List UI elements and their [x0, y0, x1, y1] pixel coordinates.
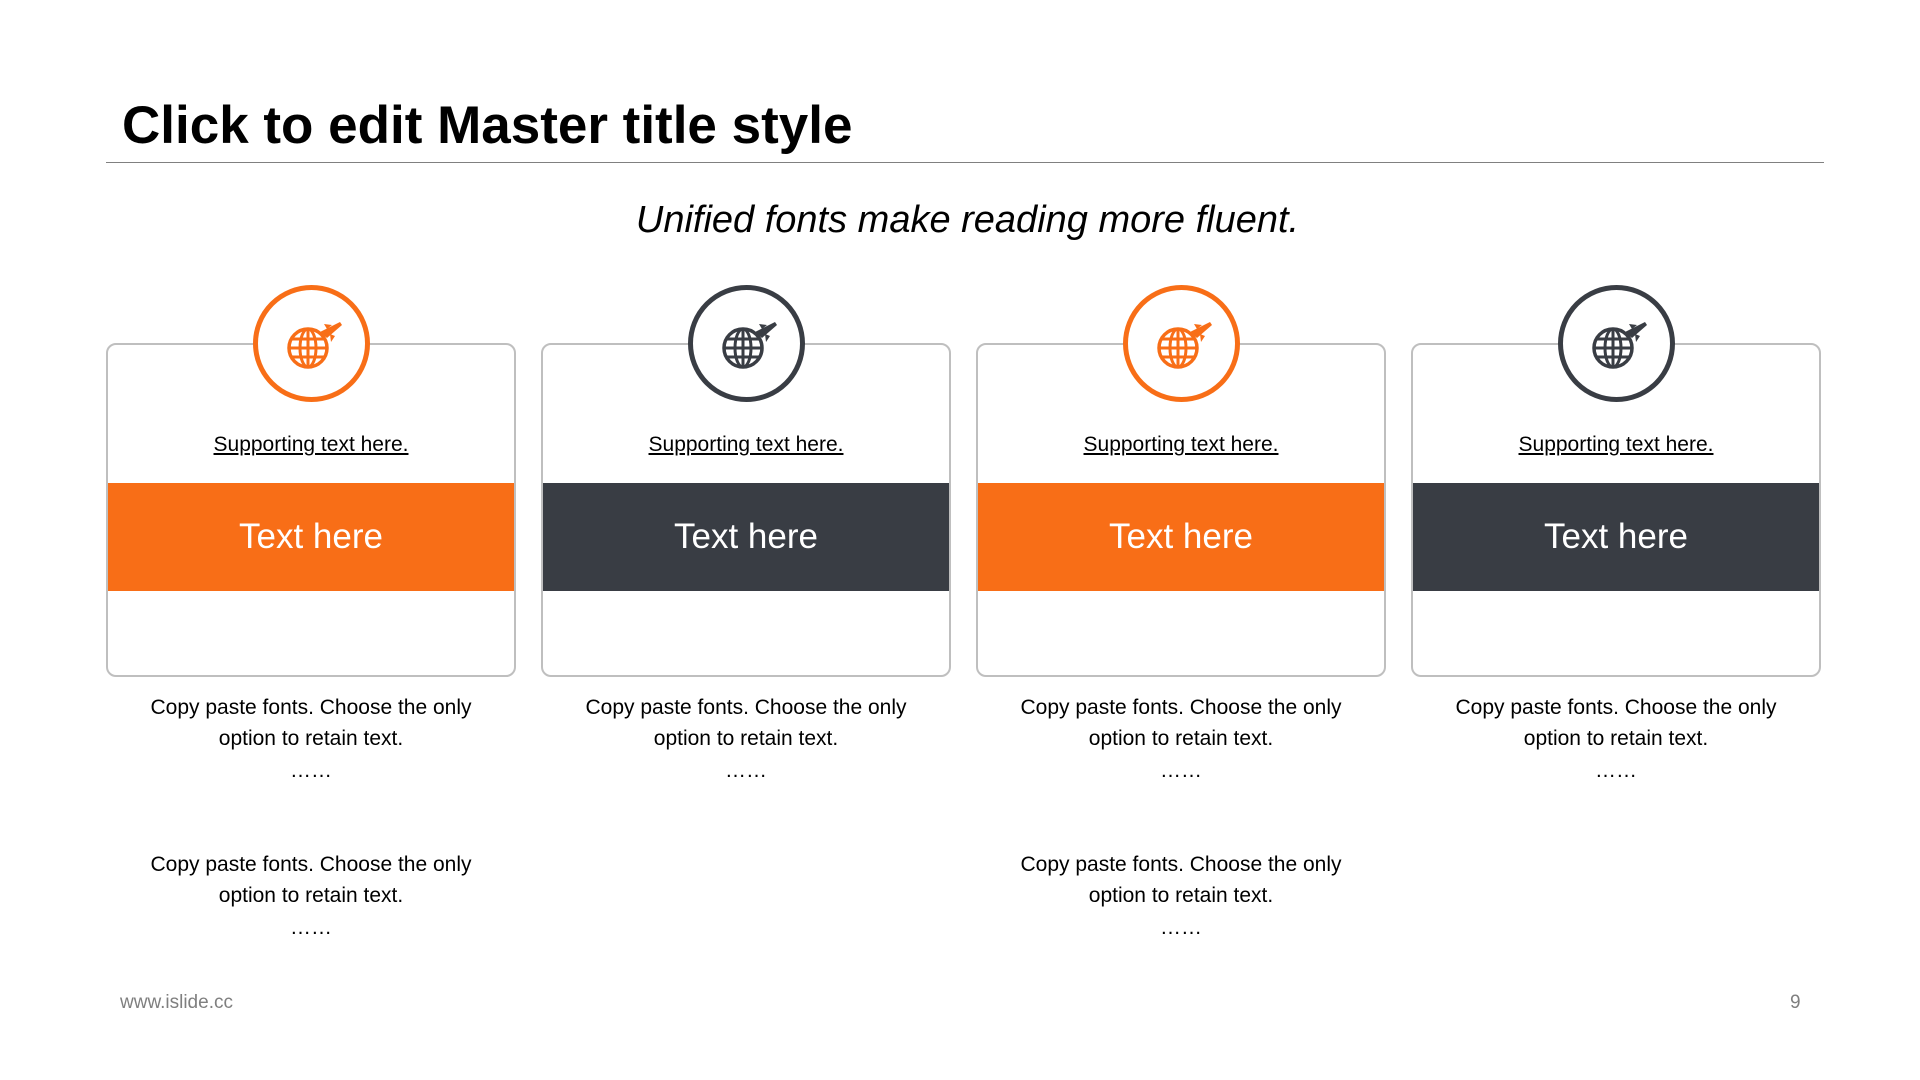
footer-website: www.islide.cc — [120, 992, 233, 1013]
body-text-col1-top[interactable]: Copy paste fonts. Choose the only option… — [106, 692, 516, 788]
body-text-col1-bottom[interactable]: Copy paste fonts. Choose the only option… — [106, 849, 516, 945]
globe-plane-icon — [721, 321, 777, 369]
body-line: option to retain text. — [653, 727, 839, 750]
body-text-col2-top[interactable]: Copy paste fonts. Choose the only option… — [541, 692, 951, 788]
page-number: 9 — [1790, 992, 1801, 1013]
ellipsis: …… — [725, 759, 767, 782]
card-band: Text here — [108, 483, 514, 591]
card-supporting-text[interactable]: Supporting text here. — [108, 431, 514, 459]
body-line: option to retain text. — [1523, 727, 1709, 750]
card-label[interactable]: Text here — [674, 517, 818, 557]
body-text-col3-top[interactable]: Copy paste fonts. Choose the only option… — [976, 692, 1386, 788]
card-band: Text here — [543, 483, 949, 591]
body-text-col4-top[interactable]: Copy paste fonts. Choose the only option… — [1411, 692, 1821, 788]
card-supporting-text[interactable]: Supporting text here. — [978, 431, 1384, 459]
ellipsis: …… — [290, 916, 332, 939]
body-line: option to retain text. — [1088, 884, 1274, 907]
subtitle[interactable]: Unified fonts make reading more fluent. — [0, 195, 1920, 245]
ellipsis: …… — [1160, 759, 1202, 782]
body-line: option to retain text. — [1088, 727, 1274, 750]
icon-circle-1 — [253, 285, 370, 402]
card-supporting-text[interactable]: Supporting text here. — [1413, 431, 1819, 459]
body-line: Copy paste fonts. Choose the only — [1455, 696, 1777, 719]
body-line: Copy paste fonts. Choose the only — [150, 696, 472, 719]
globe-plane-icon — [1156, 321, 1212, 369]
card-label[interactable]: Text here — [1544, 517, 1688, 557]
globe-plane-icon — [1591, 321, 1647, 369]
icon-circle-2 — [688, 285, 805, 402]
icon-circle-3 — [1123, 285, 1240, 402]
icon-circle-4 — [1558, 285, 1675, 402]
page-title[interactable]: Click to edit Master title style — [122, 90, 852, 162]
card-label[interactable]: Text here — [239, 517, 383, 557]
body-line: Copy paste fonts. Choose the only — [585, 696, 907, 719]
ellipsis: …… — [1160, 916, 1202, 939]
title-divider — [106, 162, 1824, 163]
globe-plane-icon — [286, 321, 342, 369]
card-band: Text here — [1413, 483, 1819, 591]
body-line: option to retain text. — [218, 884, 404, 907]
body-line: option to retain text. — [218, 727, 404, 750]
ellipsis: …… — [290, 759, 332, 782]
body-text-col3-bottom[interactable]: Copy paste fonts. Choose the only option… — [976, 849, 1386, 945]
body-line: Copy paste fonts. Choose the only — [150, 853, 472, 876]
ellipsis: …… — [1595, 759, 1637, 782]
body-line: Copy paste fonts. Choose the only — [1020, 853, 1342, 876]
card-supporting-text[interactable]: Supporting text here. — [543, 431, 949, 459]
body-line: Copy paste fonts. Choose the only — [1020, 696, 1342, 719]
card-label[interactable]: Text here — [1109, 517, 1253, 557]
card-band: Text here — [978, 483, 1384, 591]
slide: Click to edit Master title style Unified… — [0, 0, 1920, 1080]
